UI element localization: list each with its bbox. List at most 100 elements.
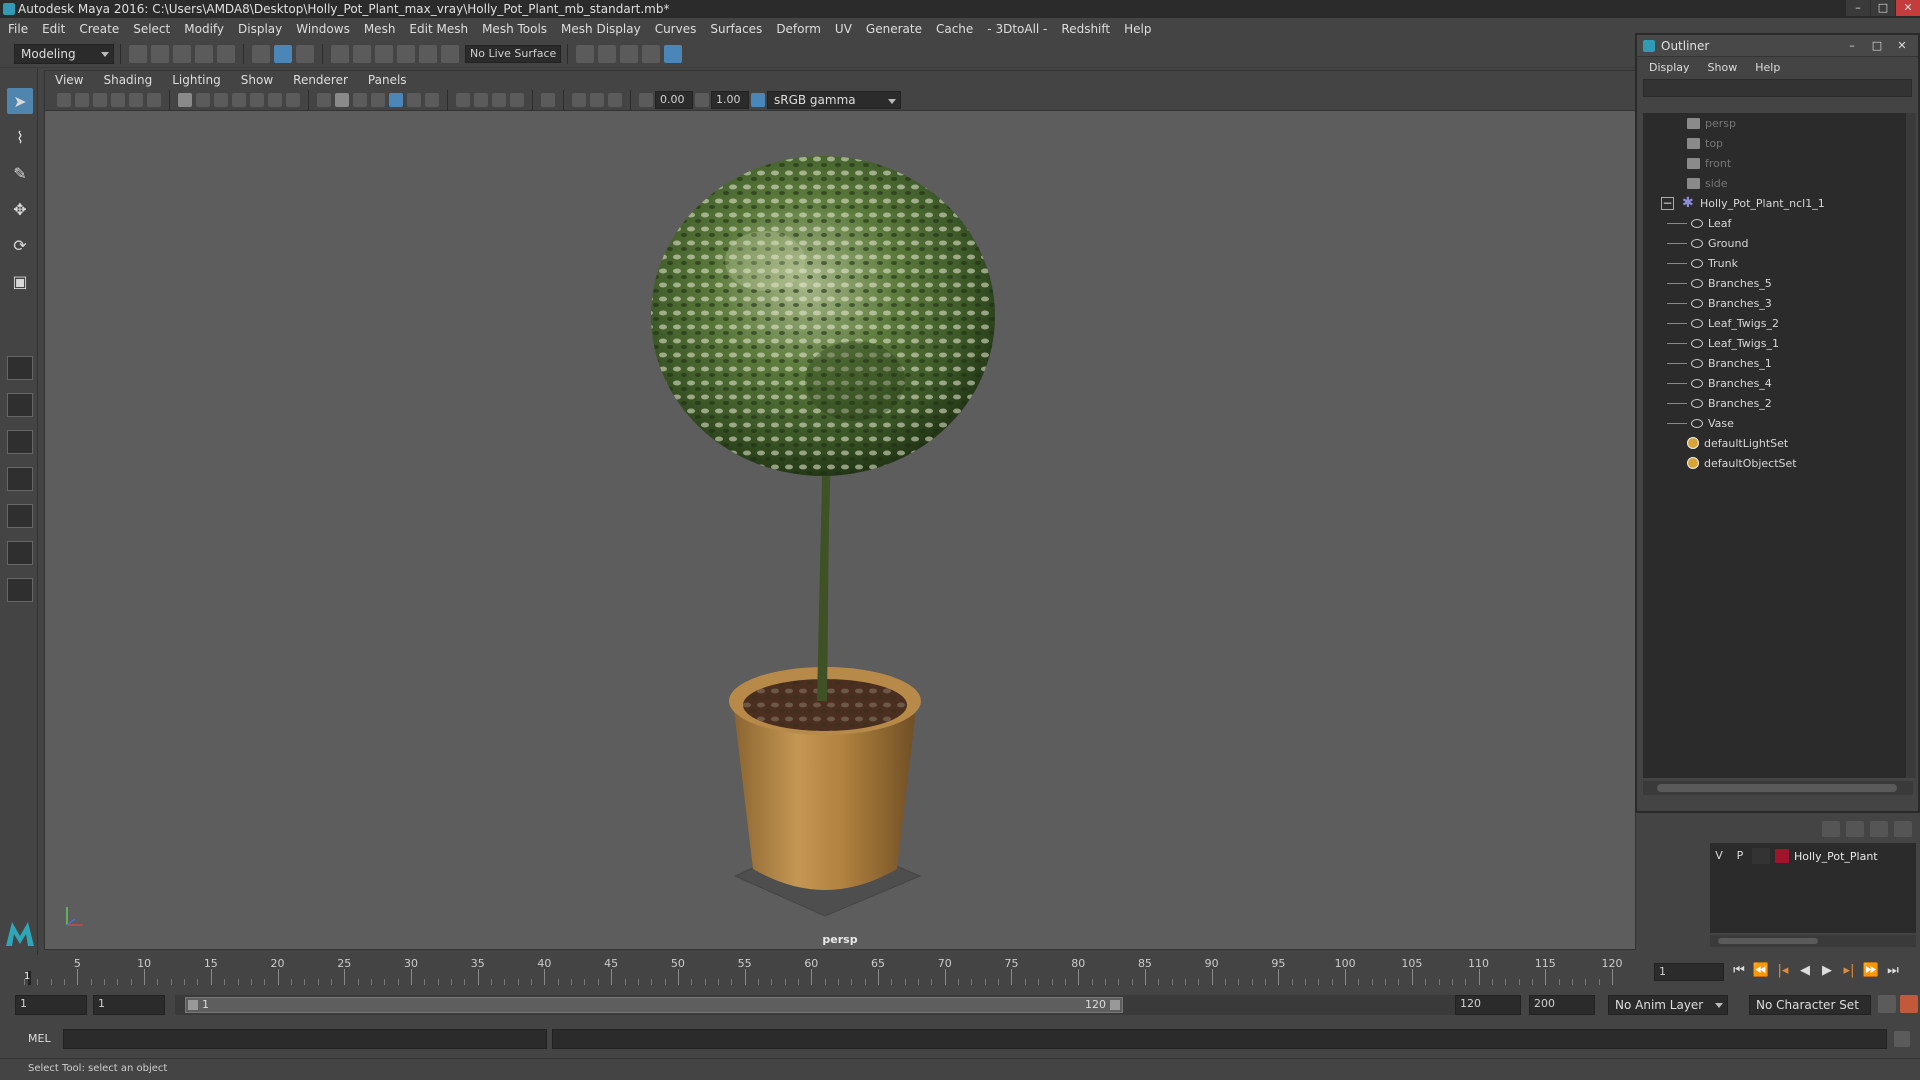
select-object-icon[interactable] [274, 44, 292, 63]
outliner-item-vase[interactable]: Vase [1643, 413, 1913, 433]
step-back-frame-icon[interactable]: ⏪ [1750, 961, 1772, 981]
two-pane-layout-icon[interactable] [7, 430, 33, 454]
close-icon[interactable]: ✕ [1890, 38, 1914, 54]
snap-live-icon[interactable] [441, 44, 459, 63]
anim-start-field[interactable]: 1 [15, 995, 87, 1015]
outliner-item-front[interactable]: front [1643, 153, 1913, 173]
auto-key-icon[interactable] [1878, 995, 1896, 1013]
range-thumb[interactable]: 1 120 [185, 997, 1123, 1013]
select-tool-icon[interactable]: ➤ [7, 88, 33, 114]
menu-mesh-display[interactable]: Mesh Display [561, 22, 641, 36]
layer-playback-toggle[interactable]: P [1731, 848, 1749, 864]
menu-file[interactable]: File [8, 22, 28, 36]
anti-aliasing-icon[interactable] [492, 92, 506, 107]
select-component-icon[interactable] [296, 44, 314, 63]
render-frame-icon[interactable] [598, 44, 616, 63]
viewport-persp[interactable]: View Shading Lighting Show Renderer Pane… [44, 70, 1636, 950]
menu-modify[interactable]: Modify [184, 22, 224, 36]
playback-end-field[interactable]: 120 [1455, 995, 1521, 1015]
layer-visibility-toggle[interactable]: V [1710, 848, 1728, 864]
vp-menu-renderer[interactable]: Renderer [293, 73, 348, 87]
use-all-lights-icon[interactable] [407, 92, 421, 107]
minimize-icon[interactable]: – [1846, 0, 1870, 16]
outliner-item-ground[interactable]: Ground [1643, 233, 1913, 253]
snap-curve-icon[interactable] [353, 44, 371, 63]
script-editor-icon[interactable] [1894, 1031, 1910, 1047]
play-forwards-icon[interactable]: ▶ [1816, 961, 1838, 981]
single-pane-layout-icon[interactable] [7, 356, 33, 380]
image-plane-icon[interactable] [111, 92, 125, 107]
camera-attributes-icon[interactable] [75, 92, 89, 107]
menu-edit[interactable]: Edit [42, 22, 65, 36]
undo-icon[interactable] [195, 44, 213, 63]
outliner-menu-show[interactable]: Show [1708, 61, 1738, 74]
layer-color-swatch[interactable] [1775, 849, 1789, 863]
rotate-tool-icon[interactable]: ⟳ [7, 232, 33, 258]
menu-generate[interactable]: Generate [866, 22, 922, 36]
menu-cache[interactable]: Cache [936, 22, 973, 36]
new-layer-selected-icon[interactable] [1894, 821, 1912, 837]
ipr-render-icon[interactable] [620, 44, 638, 63]
textured-icon[interactable] [389, 92, 403, 107]
snap-grid-icon[interactable] [331, 44, 349, 63]
vp-menu-view[interactable]: View [55, 73, 83, 87]
current-frame-field[interactable]: 1 [1654, 963, 1724, 981]
menu-edit-mesh[interactable]: Edit Mesh [409, 22, 468, 36]
vp-menu-lighting[interactable]: Lighting [172, 73, 221, 87]
step-forward-frame-icon[interactable]: ⏩ [1860, 961, 1882, 981]
range-track[interactable]: 1 120 [175, 995, 1465, 1015]
menu-create[interactable]: Create [79, 22, 119, 36]
outliner-vertical-scrollbar[interactable] [1906, 113, 1916, 778]
expand-layouts-icon[interactable] [7, 578, 33, 602]
menu-select[interactable]: Select [133, 22, 170, 36]
grease-pencil-icon[interactable] [147, 92, 161, 107]
new-scene-icon[interactable] [129, 44, 147, 63]
anim-end-field[interactable]: 200 [1529, 995, 1595, 1015]
maximize-icon[interactable]: □ [1871, 0, 1895, 16]
menu-help[interactable]: Help [1124, 22, 1151, 36]
outliner-item-branches-3[interactable]: Branches_3 [1643, 293, 1913, 313]
lasso-tool-icon[interactable]: ⌇ [7, 124, 33, 150]
wireframe-on-shaded-icon[interactable] [371, 92, 385, 107]
exposure-field[interactable]: 0.00 [655, 90, 693, 109]
graph-persp-layout-icon[interactable] [7, 504, 33, 528]
xray-joints-icon[interactable] [608, 92, 622, 107]
outliner-item-branches-1[interactable]: Branches_1 [1643, 353, 1913, 373]
outliner-item-branches-4[interactable]: Branches_4 [1643, 373, 1913, 393]
color-management-icon[interactable] [751, 92, 765, 107]
menu-display[interactable]: Display [238, 22, 282, 36]
colorspace-selector[interactable]: sRGB gamma [767, 90, 901, 109]
scrollbar-thumb[interactable] [1718, 938, 1818, 944]
menu-curves[interactable]: Curves [655, 22, 697, 36]
menu-uv[interactable]: UV [835, 22, 852, 36]
gamma-icon[interactable] [695, 92, 709, 107]
new-empty-layer-icon[interactable] [1870, 821, 1888, 837]
gate-mask-icon[interactable] [232, 92, 246, 107]
close-icon[interactable]: ✕ [1896, 0, 1920, 16]
mode-selector[interactable]: Modeling [14, 43, 114, 64]
mel-language-toggle[interactable]: MEL [28, 1032, 51, 1045]
vp-menu-shading[interactable]: Shading [103, 73, 152, 87]
mel-command-input[interactable] [63, 1029, 547, 1049]
outliner-item-default-object-set[interactable]: defaultObjectSet [1643, 453, 1913, 473]
step-back-key-icon[interactable]: |◂ [1772, 961, 1794, 981]
snap-surface-icon[interactable] [419, 44, 437, 63]
outliner-menu-help[interactable]: Help [1755, 61, 1780, 74]
render-view-icon[interactable] [642, 44, 660, 63]
vp-menu-show[interactable]: Show [241, 73, 273, 87]
collapse-icon[interactable]: − [1661, 196, 1674, 210]
outliner-item-leaf[interactable]: Leaf [1643, 213, 1913, 233]
film-gate-icon[interactable] [196, 92, 210, 107]
outliner-horizontal-scrollbar[interactable] [1643, 781, 1913, 795]
character-set-selector[interactable]: No Character Set [1749, 995, 1871, 1015]
redo-icon[interactable] [217, 44, 235, 63]
range-start-handle[interactable] [188, 1000, 198, 1010]
snap-view-plane-icon[interactable] [397, 44, 415, 63]
exposure-icon[interactable] [639, 92, 653, 107]
depth-of-field-icon[interactable] [510, 92, 524, 107]
resolution-gate-icon[interactable] [214, 92, 228, 107]
save-scene-icon[interactable] [173, 44, 191, 63]
go-to-end-icon[interactable]: ⏭ [1882, 961, 1904, 981]
go-to-start-icon[interactable]: ⏮ [1728, 961, 1750, 981]
outliner-item-leaf-twigs-2[interactable]: Leaf_Twigs_2 [1643, 313, 1913, 333]
